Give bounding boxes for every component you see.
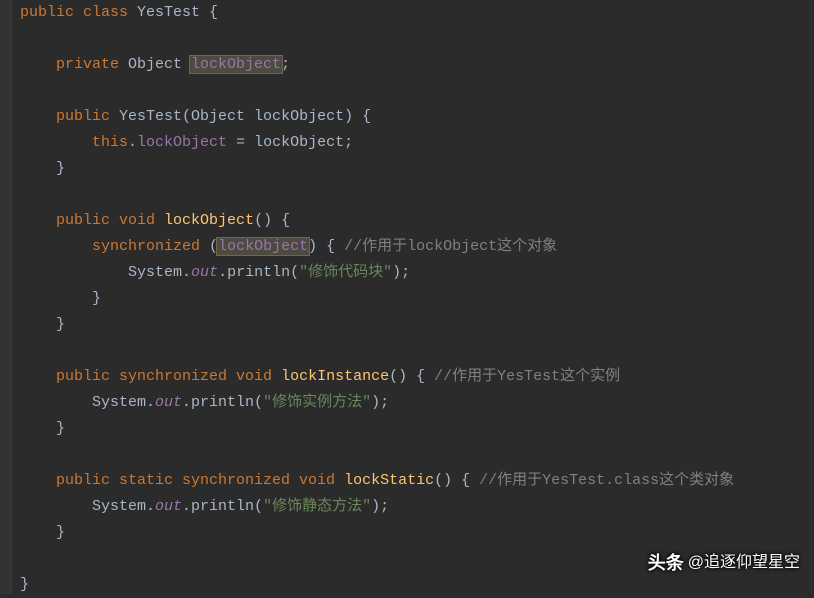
punct: ) { [308, 238, 344, 255]
keyword: synchronized [92, 238, 209, 255]
punct: ; [281, 56, 290, 73]
call: .println( [182, 498, 263, 515]
code-line: private Object lockObject; [20, 52, 814, 78]
call: System. [92, 498, 155, 515]
string-literal: "修饰代码块" [299, 264, 392, 281]
punct: () { [389, 368, 434, 385]
code-line: } [20, 520, 814, 546]
code-line [20, 26, 814, 52]
constructor: YesTest [119, 108, 182, 125]
type: Object [128, 56, 191, 73]
params: (Object lockObject) { [182, 108, 371, 125]
class-name: YesTest [137, 4, 200, 21]
method-name: lockInstance [281, 368, 389, 385]
code-line [20, 442, 814, 468]
code-line [20, 182, 814, 208]
brace: } [56, 160, 65, 177]
field: lockObject [137, 134, 227, 151]
code-line: } [20, 156, 814, 182]
punct: . [128, 134, 137, 151]
code-line: System.out.println("修饰实例方法"); [20, 390, 814, 416]
code-line [20, 338, 814, 364]
code-line: public static synchronized void lockStat… [20, 468, 814, 494]
keyword: public synchronized void [56, 368, 281, 385]
call: .println( [218, 264, 299, 281]
static-field: out [191, 264, 218, 281]
brace: } [56, 420, 65, 437]
comment: //作用于YesTest这个实例 [434, 368, 620, 385]
code-line: public class YesTest { [20, 0, 814, 26]
code-line: public void lockObject() { [20, 208, 814, 234]
code-line: System.out.println("修饰静态方法"); [20, 494, 814, 520]
static-field: out [155, 498, 182, 515]
call: .println( [182, 394, 263, 411]
code-line: } [20, 416, 814, 442]
punct: ); [371, 394, 389, 411]
keyword: public [56, 108, 119, 125]
code-line: public synchronized void lockInstance() … [20, 364, 814, 390]
watermark: 头条 @追逐仰望星空 [648, 550, 800, 576]
code-line [20, 78, 814, 104]
code-line: } [20, 286, 814, 312]
method-name: lockStatic [344, 472, 434, 489]
punct: () { [434, 472, 479, 489]
editor-gutter [0, 0, 12, 594]
field-highlight: lockObject [216, 237, 310, 256]
code-line: System.out.println("修饰代码块"); [20, 260, 814, 286]
brace: } [20, 576, 29, 593]
method-name: lockObject [164, 212, 254, 229]
code-line: } [20, 312, 814, 338]
assign: = lockObject; [227, 134, 353, 151]
code-line: public YesTest(Object lockObject) { [20, 104, 814, 130]
comment: //作用于YesTest.class这个类对象 [479, 472, 734, 489]
keyword: public static synchronized void [56, 472, 344, 489]
brace: } [56, 316, 65, 333]
keyword: public class [20, 4, 137, 21]
code-line: this.lockObject = lockObject; [20, 130, 814, 156]
this-keyword: this [92, 134, 128, 151]
keyword: public void [56, 212, 164, 229]
static-field: out [155, 394, 182, 411]
call: System. [128, 264, 191, 281]
punct: ); [371, 498, 389, 515]
code-line: synchronized (lockObject) { //作用于lockObj… [20, 234, 814, 260]
string-literal: "修饰静态方法" [263, 498, 371, 515]
punct: () { [254, 212, 290, 229]
brace: } [92, 290, 101, 307]
punct: ); [392, 264, 410, 281]
watermark-user: @追逐仰望星空 [688, 550, 800, 576]
field-highlight: lockObject [189, 55, 283, 74]
punct: { [200, 4, 218, 21]
keyword: private [56, 56, 128, 73]
call: System. [92, 394, 155, 411]
brace: } [56, 524, 65, 541]
comment: //作用于lockObject这个对象 [344, 238, 557, 255]
watermark-brand: 头条 [648, 550, 684, 576]
code-editor[interactable]: public class YesTest { private Object lo… [0, 0, 814, 598]
string-literal: "修饰实例方法" [263, 394, 371, 411]
